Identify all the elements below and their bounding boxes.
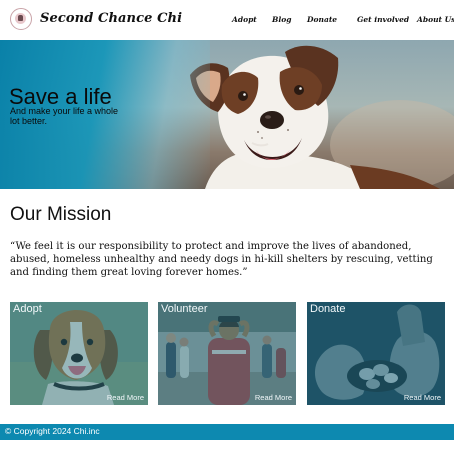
read-more-link[interactable]: Read More (107, 393, 144, 402)
volunteer-card[interactable]: Volunteer Read More (158, 302, 296, 405)
read-more-link[interactable]: Read More (404, 393, 441, 402)
copyright-text: © Copyright 2024 Chi.inc (5, 426, 100, 436)
site-header: Second Chance Chi Adopt Blog Donate Get … (0, 0, 454, 41)
card-title: Donate (310, 303, 346, 315)
card-color-overlay (307, 302, 445, 405)
site-footer: © Copyright 2024 Chi.inc (0, 424, 454, 440)
mission-statement: “We feel it is our responsibility to pro… (10, 241, 433, 278)
read-more-link[interactable]: Read More (255, 393, 292, 402)
brand-name[interactable]: Second Chance Chi (40, 11, 182, 26)
logo-dog-shape (18, 15, 23, 21)
adopt-card[interactable]: Adopt Read More (10, 302, 148, 405)
hero-banner: Save a life And make your life a whole l… (0, 40, 454, 189)
donate-card[interactable]: Donate Read More (307, 302, 445, 405)
card-title: Adopt (13, 303, 42, 315)
nav-blog[interactable]: Blog (272, 15, 291, 24)
nav-adopt[interactable]: Adopt (232, 15, 257, 24)
hero-subtitle: And make your life a whole lot better. (10, 106, 119, 126)
nav-get-involved[interactable]: Get involved (357, 15, 409, 24)
nav-about-us[interactable]: About Us (417, 15, 454, 24)
card-color-overlay (158, 302, 296, 405)
dog-logo-icon[interactable] (10, 8, 32, 30)
nav-donate[interactable]: Donate (307, 15, 337, 24)
card-title: Volunteer (161, 303, 208, 315)
card-color-overlay (10, 302, 148, 405)
mission-heading: Our Mission (10, 204, 112, 225)
